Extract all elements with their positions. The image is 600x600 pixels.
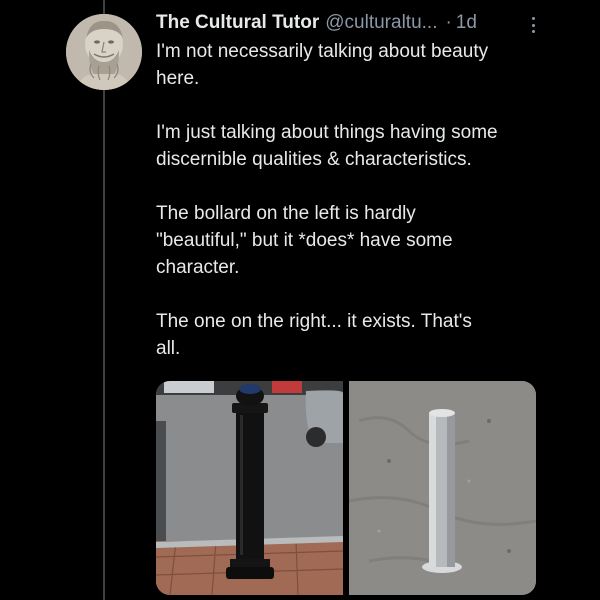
tweet[interactable]: The Cultural Tutor @culturaltu... · 1d I… bbox=[156, 10, 556, 362]
tweet-text-paragraph: I'm just talking about things having som… bbox=[156, 122, 498, 170]
timestamp[interactable]: 1d bbox=[456, 10, 477, 36]
author-name[interactable]: The Cultural Tutor bbox=[156, 10, 319, 36]
ornate-bollard-image bbox=[156, 381, 343, 595]
tweet-media[interactable] bbox=[156, 381, 536, 595]
tweet-text-paragraph: The bollard on the left is hardly "beaut… bbox=[156, 203, 453, 278]
separator: · bbox=[445, 12, 452, 33]
plain-bollard-image bbox=[349, 381, 536, 595]
tweet-header: The Cultural Tutor @culturaltu... · 1d bbox=[156, 10, 556, 36]
more-options-icon[interactable] bbox=[526, 14, 540, 36]
author-handle[interactable]: @culturaltu... bbox=[325, 10, 437, 36]
tweet-text-paragraph: I'm not necessarily talking about beauty… bbox=[156, 41, 489, 89]
classical-bust-icon bbox=[66, 14, 142, 90]
ornate-bollard-photo[interactable] bbox=[156, 381, 343, 595]
plain-bollard-photo[interactable] bbox=[349, 381, 536, 595]
tweet-text-paragraph: The one on the right... it exists. That'… bbox=[156, 311, 472, 359]
thread-line bbox=[103, 0, 105, 600]
avatar[interactable] bbox=[66, 14, 142, 90]
